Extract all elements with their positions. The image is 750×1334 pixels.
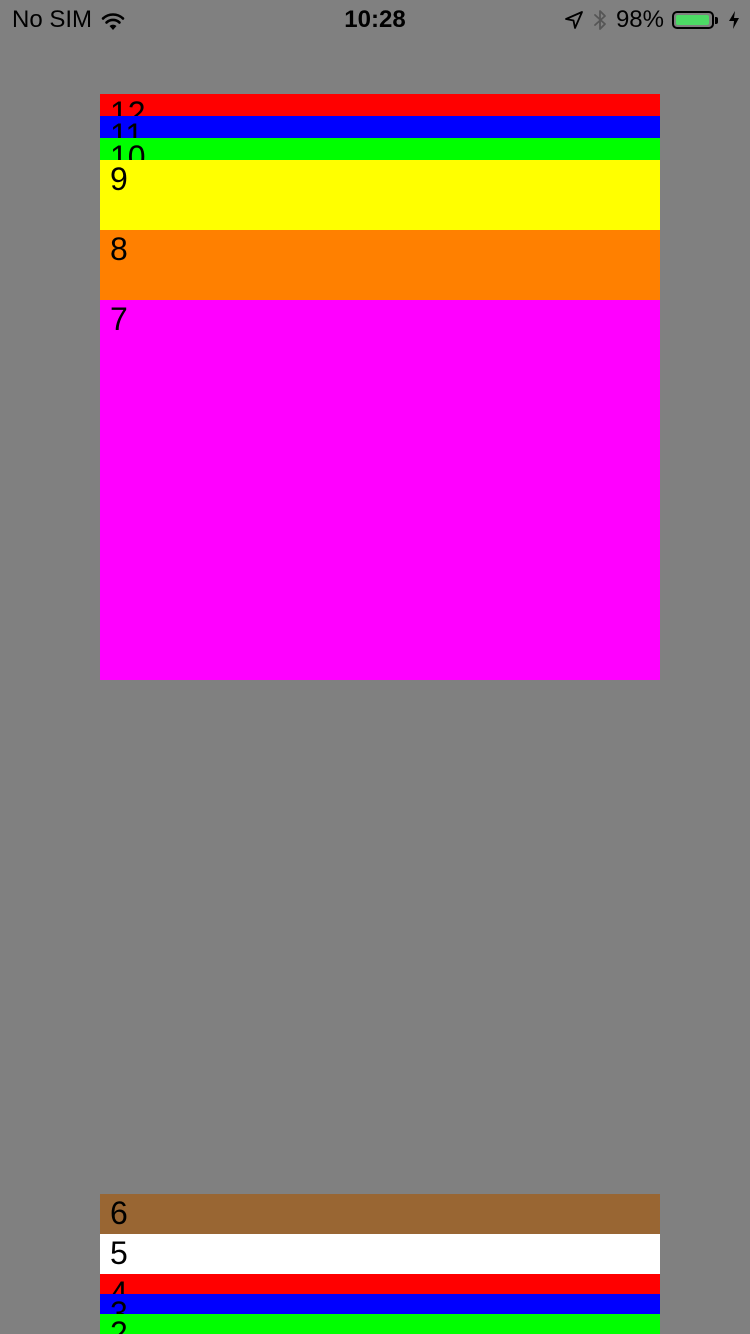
battery-body bbox=[672, 11, 714, 29]
stack-row-12[interactable]: 12 bbox=[100, 94, 660, 116]
location-arrow-icon bbox=[565, 11, 583, 29]
bluetooth-icon bbox=[594, 10, 606, 30]
stack-row-9[interactable]: 9 bbox=[100, 160, 660, 230]
carrier-label: No SIM bbox=[12, 6, 93, 33]
stack-row-6[interactable]: 6 bbox=[100, 1194, 660, 1234]
stack-row-3[interactable]: 3 bbox=[100, 1294, 660, 1314]
status-bar: No SIM 10:28 98% bbox=[0, 0, 750, 40]
battery-icon bbox=[672, 11, 718, 29]
row-label: 5 bbox=[110, 1235, 128, 1271]
battery-fill bbox=[676, 15, 710, 25]
stack-row-10[interactable]: 10 bbox=[100, 138, 660, 160]
row-label: 10 bbox=[110, 139, 146, 160]
wifi-icon bbox=[101, 13, 125, 30]
stack-row-2[interactable]: 2 bbox=[100, 1314, 660, 1334]
row-label: 3 bbox=[110, 1295, 128, 1314]
row-label: 12 bbox=[110, 95, 146, 116]
row-label: 7 bbox=[110, 301, 128, 337]
stack-row-5[interactable]: 5 bbox=[100, 1234, 660, 1274]
charging-bolt-icon bbox=[729, 11, 739, 29]
status-right: 98% bbox=[564, 6, 740, 34]
battery-tip bbox=[715, 16, 718, 24]
row-label: 2 bbox=[110, 1315, 128, 1334]
row-label: 4 bbox=[110, 1275, 128, 1294]
stack-row-7[interactable]: 7 bbox=[100, 300, 660, 680]
stack-row-11[interactable]: 11 bbox=[100, 116, 660, 138]
row-label: 6 bbox=[110, 1195, 128, 1231]
row-label: 9 bbox=[110, 161, 128, 197]
stack-row-4[interactable]: 4 bbox=[100, 1274, 660, 1294]
row-label: 11 bbox=[110, 117, 144, 138]
stack-row-8[interactable]: 8 bbox=[100, 230, 660, 300]
battery-percent: 98% bbox=[615, 6, 664, 33]
row-label: 8 bbox=[110, 231, 128, 267]
status-left: No SIM bbox=[12, 6, 126, 34]
